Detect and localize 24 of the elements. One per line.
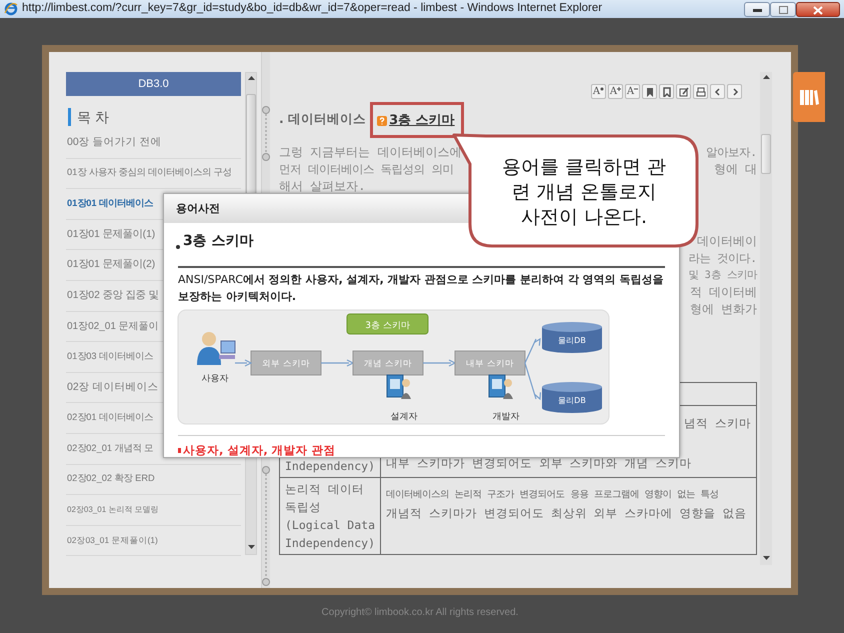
body-text: 라는 것이다. — [688, 250, 757, 266]
body-text: 데이터베이 — [697, 232, 757, 250]
toc-title: 목 차 — [68, 108, 109, 126]
body-text: 먼저 데이터베이스 독립성의 의미 — [279, 162, 454, 178]
body-text: 형에 대 — [714, 160, 757, 178]
table-cell: 데이터베이스의 논리적 구조가 변경되어도 응용 프로그램에 영향이 없는 특성 개념적 스키마가 변경되어도 최상위 외부 스카마에 영향을 없음 — [380, 477, 756, 554]
section-heading: . 데이터베이스 — [279, 110, 366, 128]
body-text: 알아보자. — [706, 144, 757, 160]
window-title: http://limbest.com/?curr_key=7&gr_id=study&bo_id=db&wr_id=7&oper=read - limbest - Windows Internet Explorer — [22, 1, 602, 16]
diagram-title-label: 3층 스키마 — [346, 314, 428, 334]
body-text: 적 데이터베 — [690, 284, 757, 300]
body-text: 및 3층 스키마 — [688, 268, 757, 282]
diagram-label: 사용자 — [202, 374, 228, 384]
schema-node: 외부 스키마 — [250, 350, 322, 376]
table-cell: 논리적 데이터 독립성 (Logical Data Independency) — [280, 477, 381, 554]
diagram-label: 설계자 — [390, 412, 418, 422]
body-text: 해서 살펴보자. — [279, 178, 366, 194]
diagram-label: 개발자 — [492, 412, 520, 422]
body-text: 그렁 지금부터는 데이터베이스에 — [279, 144, 462, 160]
copyright-text: Copyright© limbook.co.kr All rights reserved. — [320, 606, 520, 620]
sidebar-header: DB3.0 — [66, 72, 241, 96]
schema-node: 내부 스키마 — [454, 350, 526, 376]
schema-node: 개념 스키마 — [352, 350, 424, 376]
body-text: 형에 변화가 — [690, 300, 757, 318]
